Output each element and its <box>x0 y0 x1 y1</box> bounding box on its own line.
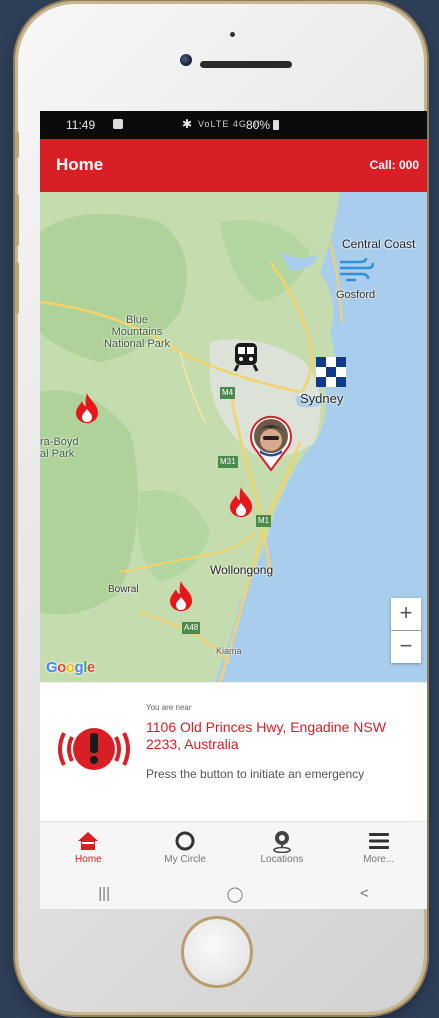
label-blue-mountains: Blue Mountains National Park <box>92 314 182 350</box>
battery-indicator: 80% <box>246 118 280 132</box>
road-shield-a48: A48 <box>182 622 201 634</box>
label-boyd-line2: al Park <box>40 448 75 460</box>
emergency-card: You are near 1106 Old Princes Hwy, Engad… <box>40 682 427 821</box>
battery-icon <box>273 120 280 130</box>
battery-percent: 80% <box>246 118 271 132</box>
emergency-button[interactable] <box>52 719 136 784</box>
label-kanangra-boyd: ra-Boyd al Park <box>40 436 79 460</box>
bluetooth-icon: ✱ <box>182 117 193 131</box>
google-logo: Google <box>46 659 95 676</box>
wind-icon[interactable] <box>338 256 375 287</box>
near-label: You are near <box>146 703 192 712</box>
label-boyd-line1: ra-Boyd <box>40 436 79 448</box>
nav-locations[interactable]: Locations <box>234 822 331 878</box>
label-gosford: Gosford <box>336 289 376 301</box>
call-emergency-button[interactable]: Call: 000 <box>370 158 419 172</box>
label-bowral: Bowral <box>108 584 139 595</box>
recents-button[interactable]: ||| <box>98 885 110 902</box>
label-wollongong: Wollongong <box>210 563 274 577</box>
back-button[interactable]: < <box>360 885 369 902</box>
fire-icon[interactable] <box>74 392 100 429</box>
user-location-pin[interactable] <box>248 414 294 477</box>
system-navigation-bar: ||| ◯ < <box>40 878 427 909</box>
train-icon[interactable] <box>233 342 259 377</box>
label-blue-mountains-line2: Mountains <box>111 326 163 338</box>
status-bar: 11:49 ✱ VoLTE 4G .ıl 80% <box>40 111 427 139</box>
nav-more-label: More... <box>363 854 395 865</box>
home-icon <box>40 828 137 854</box>
circle-icon <box>137 828 234 854</box>
system-home-button[interactable]: ◯ <box>227 885 244 903</box>
fire-icon[interactable] <box>168 580 194 617</box>
phone-screen: 11:49 ✱ VoLTE 4G .ıl 80% Home Call: 000 <box>40 111 427 909</box>
status-time: 11:49 <box>66 118 96 132</box>
label-blue-mountains-line3: National Park <box>103 338 171 350</box>
label-central-coast: Central Coast <box>342 237 416 251</box>
label-blue-mountains-line1: Blue <box>125 314 149 326</box>
nav-my-circle-label: My Circle <box>164 854 206 865</box>
zoom-out-button[interactable]: − <box>391 631 421 663</box>
phone-home-button[interactable] <box>181 916 253 988</box>
page-title: Home <box>56 155 104 174</box>
zoom-in-button[interactable]: + <box>391 598 421 630</box>
label-kiama: Kiama <box>216 646 242 656</box>
menu-icon <box>330 828 427 854</box>
notification-icon <box>113 119 123 129</box>
mute-switch <box>15 132 19 158</box>
nav-more[interactable]: More... <box>330 822 427 878</box>
fire-icon[interactable] <box>228 486 254 523</box>
current-address: 1106 Old Princes Hwy, Engadine NSW 2233,… <box>146 719 386 752</box>
road-shield-m31: M31 <box>218 456 238 468</box>
map-view[interactable]: M4 M31 M1 A48 Central Coast Gosford Blue… <box>40 192 427 682</box>
bottom-navigation: Home My Circle Locations More... <box>40 821 427 878</box>
front-camera-icon <box>180 54 192 66</box>
earpiece-speaker <box>200 61 292 68</box>
label-sydney: Sydney <box>300 391 344 406</box>
nav-my-circle[interactable]: My Circle <box>137 822 234 878</box>
emergency-hint: Press the button to initiate an emergenc… <box>146 767 365 781</box>
volume-up-button <box>15 194 19 246</box>
flood-icon[interactable] <box>316 357 346 392</box>
volume-down-button <box>15 262 19 314</box>
road-shield-m1: M1 <box>256 515 272 527</box>
app-bar: Home Call: 000 <box>40 139 427 192</box>
location-icon <box>234 828 331 854</box>
nav-home-label: Home <box>75 854 102 865</box>
nav-locations-label: Locations <box>260 854 304 865</box>
proximity-sensor <box>230 32 235 37</box>
nav-home[interactable]: Home <box>40 822 137 878</box>
road-shield-m4: M4 <box>220 387 236 399</box>
